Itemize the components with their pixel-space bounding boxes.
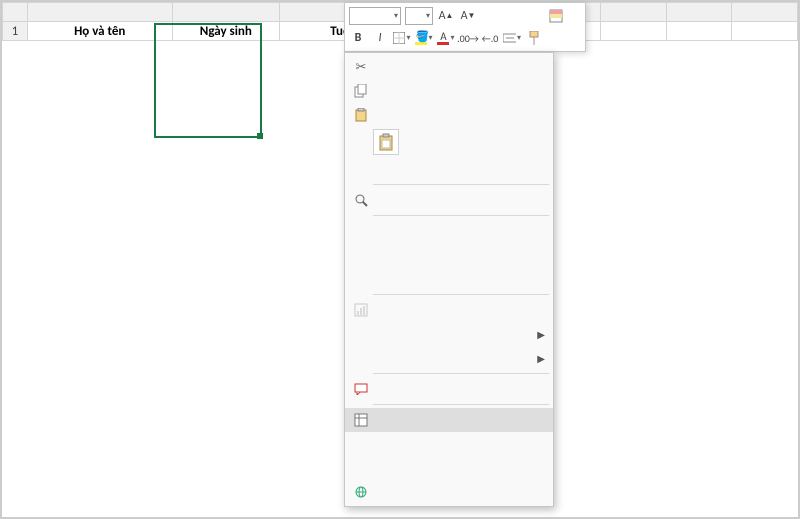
accounting-format-icon[interactable] — [481, 7, 499, 25]
cell[interactable]: Họ và tên — [27, 22, 172, 41]
merge-center-icon[interactable]: ▾ — [503, 29, 521, 47]
menu-pick-from-list[interactable] — [345, 432, 553, 456]
row-header[interactable]: 1 — [3, 22, 28, 41]
cut-icon: ✂ — [349, 60, 373, 75]
increase-font-icon[interactable]: A▲ — [437, 7, 455, 25]
cell[interactable] — [666, 22, 732, 41]
bold-icon[interactable]: B — [349, 29, 367, 47]
col-header[interactable] — [666, 3, 732, 22]
cell[interactable] — [732, 22, 798, 41]
col-header[interactable] — [172, 3, 279, 22]
decrease-font-icon[interactable]: A▼ — [459, 7, 477, 25]
paste-icon — [349, 108, 373, 122]
menu-separator — [373, 373, 549, 374]
font-family-combo[interactable] — [349, 7, 401, 25]
format-cells-icon — [349, 413, 373, 427]
menu-insert[interactable] — [345, 219, 553, 243]
menu-format-cells[interactable] — [345, 408, 553, 432]
col-header[interactable] — [601, 3, 667, 22]
hyperlink-icon — [349, 485, 373, 499]
menu-separator — [373, 215, 549, 216]
menu-define-name[interactable] — [345, 456, 553, 480]
quick-analysis-icon — [349, 303, 373, 317]
menu-copy[interactable] — [345, 79, 553, 103]
menu-sort[interactable]: ▶ — [345, 346, 553, 370]
italic-icon[interactable]: I — [371, 29, 389, 47]
increase-decimal-icon[interactable]: .00→ — [459, 29, 477, 47]
comment-icon — [349, 383, 373, 395]
context-menu: ✂ — [344, 52, 554, 507]
comma-format-icon[interactable] — [525, 7, 543, 25]
menu-clear-contents[interactable] — [345, 267, 553, 291]
select-all-corner[interactable] — [3, 3, 28, 22]
cell[interactable]: Ngày sinh — [172, 22, 279, 41]
menu-filter[interactable]: ▶ — [345, 322, 553, 346]
menu-separator — [373, 184, 549, 185]
menu-paste-options[interactable] — [345, 103, 553, 127]
cell[interactable] — [601, 22, 667, 41]
clipboard-icon — [378, 133, 394, 151]
menu-smart-lookup[interactable] — [345, 188, 553, 212]
mini-toolbar: A▲ A▼ B I ▾ 🪣▾ A▾ .00→ ←.0 ▾ — [344, 2, 586, 52]
submenu-arrow-icon: ▶ — [537, 328, 545, 341]
copy-icon — [349, 84, 373, 98]
menu-insert-comment[interactable] — [345, 377, 553, 401]
menu-separator — [373, 404, 549, 405]
menu-cut[interactable]: ✂ — [345, 55, 553, 79]
menu-paste-special[interactable] — [345, 157, 553, 181]
menu-hyperlink[interactable] — [345, 480, 553, 504]
menu-separator — [373, 294, 549, 295]
font-color-icon[interactable]: A▾ — [437, 29, 455, 47]
borders-icon[interactable]: ▾ — [393, 29, 411, 47]
font-size-combo[interactable] — [405, 7, 433, 25]
fill-color-icon[interactable]: 🪣▾ — [415, 29, 433, 47]
format-painter-icon[interactable] — [525, 29, 543, 47]
paste-option-button[interactable] — [345, 127, 553, 157]
conditional-format-icon[interactable] — [547, 7, 565, 25]
menu-delete[interactable] — [345, 243, 553, 267]
col-header[interactable] — [732, 3, 798, 22]
percent-format-icon[interactable] — [503, 7, 521, 25]
fill-handle[interactable] — [257, 133, 263, 139]
menu-quick-analysis — [345, 298, 553, 322]
smart-lookup-icon — [349, 193, 373, 207]
decrease-decimal-icon[interactable]: ←.0 — [481, 29, 499, 47]
col-header[interactable] — [27, 3, 172, 22]
submenu-arrow-icon: ▶ — [537, 352, 545, 365]
